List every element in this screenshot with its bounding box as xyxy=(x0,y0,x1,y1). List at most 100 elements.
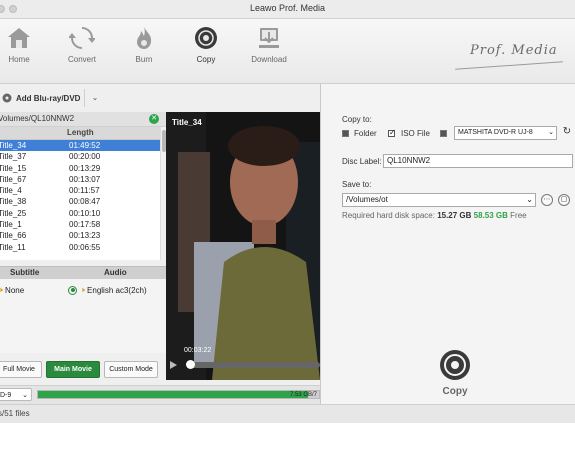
copy-to-label: Copy to: xyxy=(342,115,372,124)
table-row[interactable]: Title_25 00:10:10 xyxy=(0,208,160,219)
drive-checkbox[interactable] xyxy=(440,130,447,137)
folder-checkbox[interactable] xyxy=(342,130,349,137)
copy-start-button[interactable]: Copy xyxy=(435,348,475,397)
burn-icon xyxy=(137,27,152,49)
copy-start-label: Copy xyxy=(442,386,468,397)
toolbar-download[interactable]: Download xyxy=(239,25,299,64)
copy-disc-icon xyxy=(195,27,217,49)
download-icon xyxy=(259,28,279,48)
save-to-path-select[interactable]: /Volumes/ot ⌄ xyxy=(342,193,536,207)
required-space-value: 15.27 GB xyxy=(437,211,472,220)
chevron-down-icon: ⌄ xyxy=(526,195,533,204)
drive-select[interactable]: MATSHITA DVD-R UJ-8 ⌄ xyxy=(454,126,557,140)
title-length: 00:20:00 xyxy=(69,152,101,162)
remove-source-button[interactable]: ✕ xyxy=(149,114,159,124)
title-length: 00:11:57 xyxy=(69,186,100,196)
length-column-header[interactable]: Length xyxy=(67,128,94,137)
browse-folder-button[interactable]: ⋯ xyxy=(541,194,553,206)
chevron-down-icon: ⌄ xyxy=(548,129,554,136)
right-panel: Copy to: Folder ✓ ISO File MATSHITA DVD-… xyxy=(321,84,575,404)
brand-logo: Prof. Media xyxy=(470,43,558,58)
brand-underline xyxy=(455,61,563,70)
audio-select[interactable]: 🕨 English ac3(2ch) xyxy=(68,285,147,295)
track-area: 🕨 None 🕨 English ac3(2ch) xyxy=(0,279,166,353)
add-source-bar: Add Blu-ray/DVD ⌄ xyxy=(0,84,320,113)
title-length: 00:13:29 xyxy=(69,163,101,173)
main-movie-button[interactable]: Main Movie xyxy=(46,361,100,378)
audio-column-header: Audio xyxy=(104,268,127,277)
seek-bar[interactable] xyxy=(186,360,320,369)
toolbar-copy[interactable]: Copy xyxy=(176,25,236,64)
table-row[interactable]: Title_66 00:13:23 xyxy=(0,230,160,241)
disc-size-value: D-9 xyxy=(0,392,12,399)
drive-value: MATSHITA DVD-R UJ-8 xyxy=(458,129,533,136)
speaker-icon: 🕨 xyxy=(0,285,4,294)
track-header: Subtitle Audio xyxy=(0,266,166,280)
convert-icon xyxy=(69,27,95,49)
folder-label: Folder xyxy=(354,129,377,138)
add-bluray-dvd-label: Add Blu-ray/DVD xyxy=(16,93,81,103)
free-space-value: 58.53 GB xyxy=(473,211,508,220)
table-row[interactable]: Title_37 00:20:00 xyxy=(0,151,160,162)
table-row[interactable]: Title_34 01:49:52 xyxy=(0,140,160,152)
add-source-dropdown[interactable]: ⌄ xyxy=(84,89,105,107)
table-row[interactable]: Title_4 00:11:57 xyxy=(0,185,160,196)
source-path: Volumes/QL10NNW2 xyxy=(0,114,75,123)
full-movie-button[interactable]: Full Movie xyxy=(0,361,42,378)
table-row[interactable]: Title_1 00:17:58 xyxy=(0,219,160,230)
close-icon: ✕ xyxy=(151,115,157,122)
status-bar: s/51 files xyxy=(0,404,575,423)
table-row[interactable]: Title_38 00:08:47 xyxy=(0,196,160,207)
seek-handle[interactable] xyxy=(186,360,195,369)
title-name: Title_38 xyxy=(0,197,27,207)
disc-size-bar: D-9 ⌄ 7.53 GB/7 xyxy=(0,385,320,404)
title-length: 01:49:52 xyxy=(69,141,101,150)
iso-file-checkbox[interactable]: ✓ xyxy=(388,128,396,137)
title-list-header: Length xyxy=(0,127,160,140)
main-toolbar: Home Convert Burn Copy Download Prof. Me… xyxy=(0,19,575,84)
toolbar-convert[interactable]: Convert xyxy=(52,25,112,64)
save-to-label: Save to: xyxy=(342,180,372,189)
toolbar-burn[interactable]: Burn xyxy=(114,25,174,64)
copy-mode-buttons: Full Movie Main Movie Custom Mode xyxy=(0,361,166,379)
title-name: Title_34 xyxy=(0,141,27,150)
disc-size-select[interactable]: D-9 ⌄ xyxy=(0,388,32,401)
preview-title: Title_34 xyxy=(172,118,202,127)
disc-label-input[interactable]: QL10NNW2 xyxy=(383,154,573,168)
open-folder-button[interactable]: ▢ xyxy=(558,194,570,206)
table-row[interactable]: Title_15 00:13:29 xyxy=(0,163,160,174)
title-name: Title_4 xyxy=(0,186,22,196)
table-row[interactable]: Title_67 00:13:07 xyxy=(0,174,160,185)
title-name: Title_11 xyxy=(0,242,26,252)
add-bluray-dvd-button[interactable]: Add Blu-ray/DVD xyxy=(0,89,86,107)
home-icon xyxy=(8,28,30,48)
add-disc-icon xyxy=(2,93,12,103)
refresh-drives-button[interactable]: ↻ xyxy=(561,127,573,139)
status-text: s/51 files xyxy=(0,409,30,418)
copy-disc-icon xyxy=(440,350,470,380)
disc-usage-bar: 7.53 GB/7 xyxy=(37,390,320,399)
custom-mode-button[interactable]: Custom Mode xyxy=(104,361,158,378)
free-space-label: Free xyxy=(510,211,527,220)
title-length: 00:06:55 xyxy=(69,242,101,252)
source-path-bar: Volumes/QL10NNW2 ✕ xyxy=(0,112,166,127)
window-title: Leawo Prof. Media xyxy=(249,3,326,13)
more-icon: ⋯ xyxy=(543,196,551,203)
audio-radio-icon[interactable] xyxy=(68,285,77,295)
disc-usage-text: 7.53 GB/7 xyxy=(289,392,317,398)
folder-icon: ▢ xyxy=(560,196,568,203)
video-preview[interactable]: Title_34 00:03:22 xyxy=(166,112,320,380)
disk-space-line: Required hard disk space: 15.27 GB 58.53… xyxy=(342,211,527,220)
subtitle-select[interactable]: 🕨 None xyxy=(0,285,24,295)
title-length: 00:13:23 xyxy=(69,231,101,241)
title-list[interactable]: Title_34 01:49:52 Title_37 00:20:00 Title_15… xyxy=(0,140,160,260)
toolbar-home[interactable]: Home xyxy=(0,25,49,64)
play-icon[interactable] xyxy=(170,361,177,369)
chevron-down-icon: ⌄ xyxy=(22,392,28,399)
toolbar-home-label: Home xyxy=(8,55,30,64)
toolbar-copy-label: Copy xyxy=(196,55,216,64)
title-length: 00:17:58 xyxy=(69,220,101,230)
table-row[interactable]: Title_11 00:06:55 xyxy=(0,242,160,253)
iso-file-label: ISO File xyxy=(401,129,430,138)
title-length: 00:08:47 xyxy=(69,197,101,207)
